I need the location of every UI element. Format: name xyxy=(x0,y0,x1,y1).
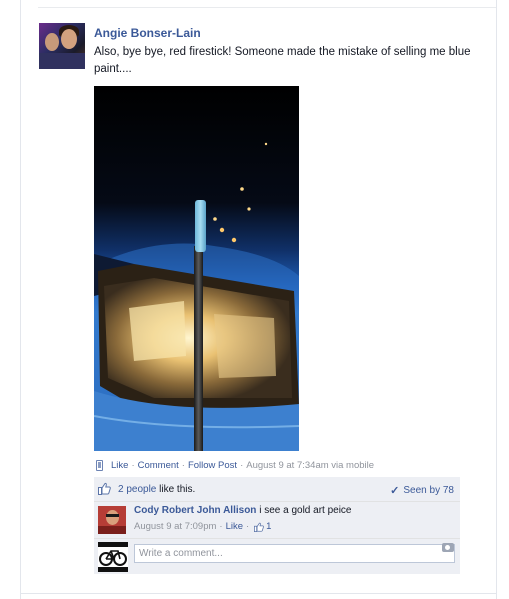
avatar-face-right xyxy=(61,29,77,49)
post-author-name[interactable]: Angie Bonser-Lain xyxy=(94,26,201,40)
author-avatar[interactable] xyxy=(39,23,85,69)
like-link[interactable]: Like xyxy=(111,460,128,471)
feedback-box: 2 people like this. ✓ Seen by 78 Cody Ro… xyxy=(94,477,460,574)
comment-like-count[interactable]: 1 xyxy=(266,521,271,532)
post-action-bar: Like · Comment · Follow Post · August 9 … xyxy=(96,460,374,471)
separator: · xyxy=(240,460,244,471)
post-message: Also, bye bye, red firestick! Someone ma… xyxy=(94,46,471,75)
post-photo-image xyxy=(94,86,299,451)
likes-count-link[interactable]: 2 people xyxy=(118,484,156,495)
comment-row: Cody Robert John Allison i see a gold ar… xyxy=(94,502,460,539)
separator: · xyxy=(246,521,250,532)
avatar-glasses xyxy=(106,514,119,517)
avatar-face xyxy=(106,510,119,525)
post-photo[interactable] xyxy=(94,86,299,451)
feed-right-border xyxy=(496,0,497,599)
check-icon: ✓ xyxy=(390,485,400,497)
comment-timestamp[interactable]: August 9 at 7:09pm xyxy=(134,521,216,532)
comment-link[interactable]: Comment xyxy=(138,460,179,471)
avatar-body xyxy=(98,526,126,534)
likes-summary: 2 people like this. xyxy=(118,484,195,495)
comment-text: i see a gold art peice xyxy=(256,505,352,516)
separator: · xyxy=(219,521,223,532)
feed-left-border xyxy=(20,0,21,599)
thumbs-up-icon xyxy=(98,482,111,495)
commenter-name[interactable]: Cody Robert John Allison xyxy=(134,505,256,516)
follow-post-link[interactable]: Follow Post xyxy=(188,460,237,471)
comment-like-link[interactable]: Like xyxy=(226,521,243,532)
post-timestamp[interactable]: August 9 at 7:34am via mobile xyxy=(246,460,374,471)
story-divider-bottom xyxy=(20,593,497,594)
avatar-face-left xyxy=(45,33,59,51)
seen-by-label: Seen by 78 xyxy=(403,485,454,496)
bicycle-logo-image xyxy=(98,542,128,572)
comment-meta: August 9 at 7:09pm · Like · 1 xyxy=(134,521,271,532)
write-comment-row: Write a comment... xyxy=(94,539,460,574)
comment-line: Cody Robert John Allison i see a gold ar… xyxy=(134,505,351,516)
write-comment-input[interactable]: Write a comment... xyxy=(134,544,455,563)
seen-by[interactable]: ✓ Seen by 78 xyxy=(390,484,454,497)
mobile-phone-icon xyxy=(96,460,103,471)
likes-suffix: like this. xyxy=(156,484,196,495)
current-user-avatar[interactable] xyxy=(98,542,128,572)
thumbs-up-icon xyxy=(254,522,265,532)
camera-icon[interactable] xyxy=(442,543,454,552)
likes-row: 2 people like this. ✓ Seen by 78 xyxy=(94,477,460,502)
separator: · xyxy=(131,460,135,471)
separator: · xyxy=(181,460,185,471)
avatar-shirt xyxy=(39,53,85,69)
story-divider-top xyxy=(38,7,496,8)
commenter-avatar[interactable] xyxy=(98,506,126,534)
